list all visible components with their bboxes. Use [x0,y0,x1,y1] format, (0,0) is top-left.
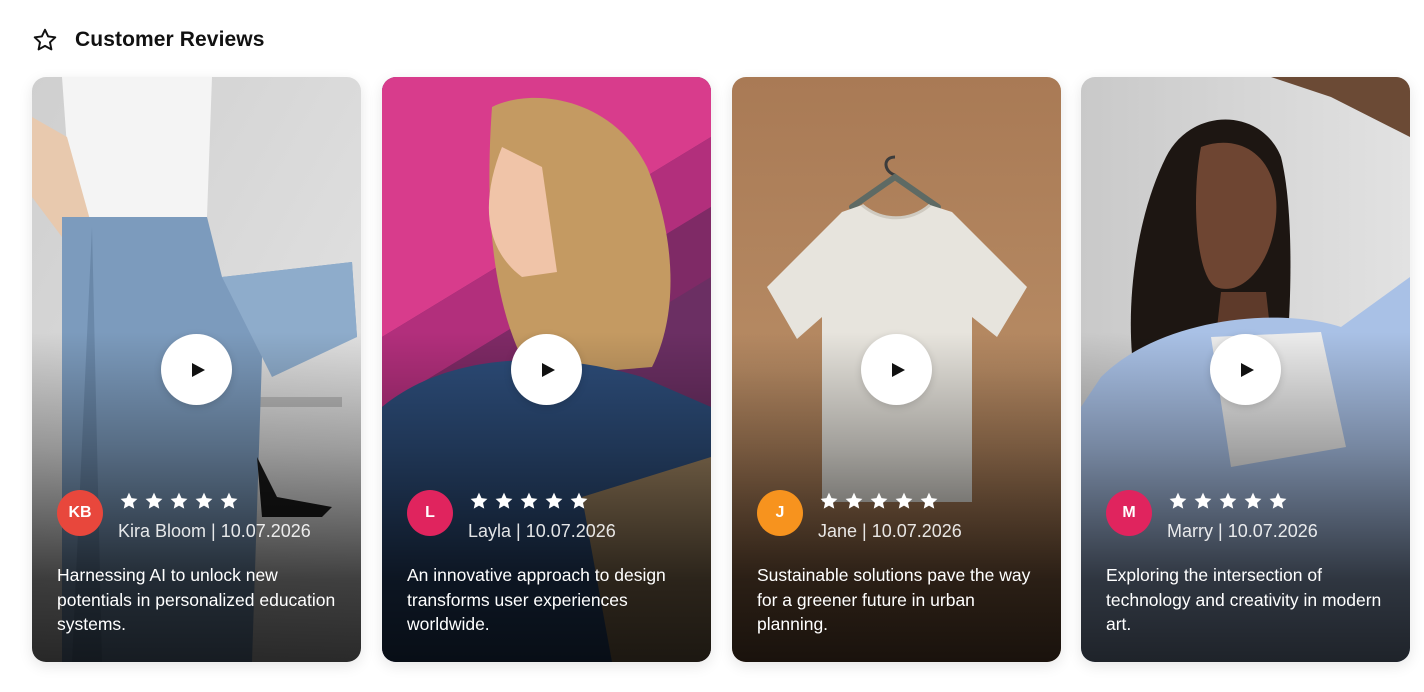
play-icon [542,362,555,377]
meta-separator: | [516,521,521,541]
star-icon [495,492,513,509]
star-icon [570,492,588,509]
play-button[interactable] [861,334,932,405]
reviewer-name: Jane [818,521,858,541]
section-title: Customer Reviews [75,28,265,51]
avatar: M [1106,490,1152,536]
play-button[interactable] [1210,334,1281,405]
review-card[interactable]: KB Kira Bloom | 10.07.2026 Harnessing AI t… [32,77,361,662]
star-icon [1194,492,1212,509]
reviewer-name: Marry [1167,521,1213,541]
reviewer-meta: Jane | 10.07.2026 [818,521,962,542]
review-text: Exploring the intersection of technology… [1106,565,1382,634]
avatar: L [407,490,453,536]
reviewer-meta: Layla | 10.07.2026 [468,521,616,542]
review-text: Sustainable solutions pave the way for a… [757,565,1031,634]
review-date: 10.07.2026 [871,521,962,541]
star-icon [870,492,888,509]
review-text: Harnessing AI to unlock new potentials i… [57,565,336,634]
star-icon [820,492,838,509]
meta-separator: | [211,521,216,541]
review-date: 10.07.2026 [220,521,311,541]
star-icon [220,492,238,509]
star-icon [1269,492,1287,509]
play-button[interactable] [161,334,232,405]
star-icon [120,492,138,509]
review-text: An innovative approach to design transfo… [407,565,666,634]
play-icon [892,362,905,377]
rating-stars [469,491,589,511]
reviewer-name: Kira Bloom [118,521,207,541]
star-icon [145,492,163,509]
rating-stars [819,491,939,511]
star-icon [1169,492,1187,509]
star-icon [545,492,563,509]
reviewer-meta: Kira Bloom | 10.07.2026 [118,521,311,542]
reviewer-name: Layla [468,521,512,541]
star-icon [895,492,913,509]
star-icon [520,492,538,509]
review-date: 10.07.2026 [525,521,616,541]
rating-stars [119,491,239,511]
review-card[interactable]: M Marry | 10.07.2026 Exploring the interse… [1081,77,1410,662]
star-icon [1244,492,1262,509]
star-outline-icon [33,28,57,51]
play-button[interactable] [511,334,582,405]
star-icon [845,492,863,509]
reviews-list: KB Kira Bloom | 10.07.2026 Harnessing AI t… [32,77,1424,662]
avatar: J [757,490,803,536]
meta-separator: | [1218,521,1223,541]
review-card[interactable]: L Layla | 10.07.2026 An innovative approac… [382,77,711,662]
play-icon [192,362,205,377]
meta-separator: | [862,521,867,541]
star-icon [170,492,188,509]
star-icon [920,492,938,509]
star-icon [195,492,213,509]
star-icon [470,492,488,509]
avatar: KB [57,490,103,536]
review-date: 10.07.2026 [1227,521,1318,541]
rating-stars [1168,491,1288,511]
section-header: Customer Reviews [32,26,265,54]
reviewer-meta: Marry | 10.07.2026 [1167,521,1318,542]
star-icon [1219,492,1237,509]
review-card[interactable]: J Jane | 10.07.2026 Sustainable solutions … [732,77,1061,662]
play-icon [1241,362,1254,377]
